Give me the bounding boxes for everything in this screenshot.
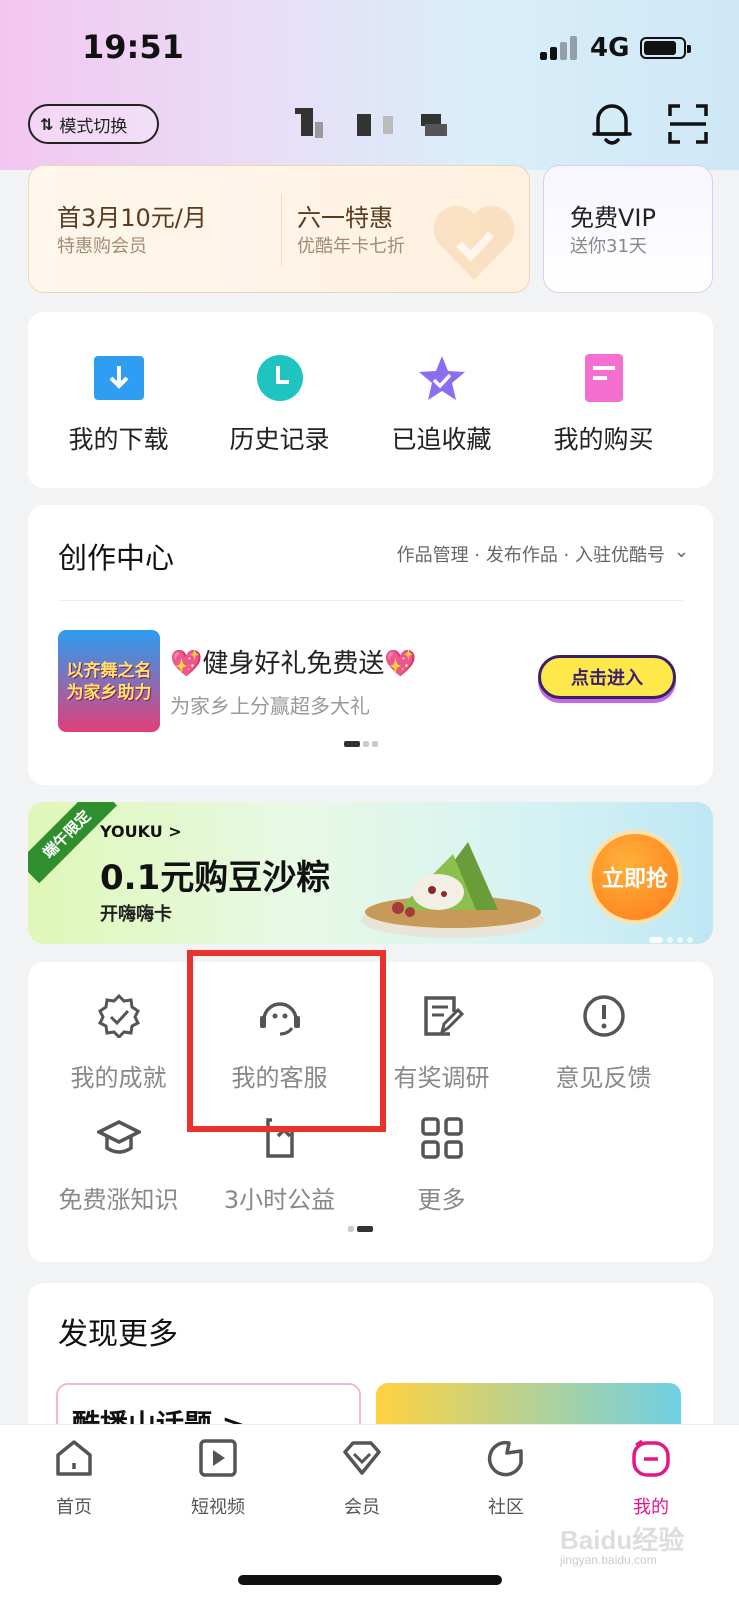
achievement-badge-icon bbox=[97, 994, 141, 1038]
promo-title: 💖健身好礼免费送💖 bbox=[170, 649, 417, 679]
vip-offer2-title: 六一特惠 bbox=[297, 204, 393, 232]
heart-decoration-icon bbox=[433, 205, 515, 280]
home-indicator[interactable] bbox=[238, 1575, 502, 1585]
status-time: 19:51 bbox=[82, 28, 184, 66]
banner-carousel-indicator bbox=[645, 928, 693, 943]
history-clock-icon bbox=[257, 355, 303, 401]
promo-banner[interactable]: 端午限定 YOUKU > 0.1元购豆沙粽 开嗨嗨卡 立即抢 bbox=[28, 802, 713, 944]
divider bbox=[281, 194, 282, 266]
graduation-cap-icon bbox=[97, 1120, 141, 1154]
promo-thumbnail-text: 以齐舞之名为家乡助力 bbox=[66, 661, 152, 703]
zongzi-image bbox=[361, 842, 545, 938]
survey-icon bbox=[424, 996, 464, 1036]
tab-profile[interactable]: 我的 bbox=[577, 1437, 725, 1527]
tool-feedback[interactable]: 意见反馈 bbox=[518, 972, 689, 1092]
tool-label: 我的成就 bbox=[70, 1064, 167, 1092]
tool-label: 更多 bbox=[417, 1186, 466, 1214]
tool-knowledge[interactable]: 免费涨知识 bbox=[33, 1094, 204, 1214]
banner-title: 0.1元购豆沙粽 bbox=[100, 858, 331, 898]
chevron-down-icon[interactable]: ⌄ bbox=[674, 541, 689, 562]
network-type: 4G bbox=[590, 33, 630, 63]
bottom-tab-bar: 首页 短视频 会员 社区 我的 bbox=[0, 1424, 739, 1600]
scan-icon[interactable] bbox=[668, 104, 708, 144]
free-vip-title: 免费VIP bbox=[570, 204, 656, 232]
free-vip-sub: 送你31天 bbox=[570, 236, 647, 257]
tool-label: 3小时公益 bbox=[223, 1186, 336, 1214]
username-obscured bbox=[295, 108, 455, 138]
quick-label: 我的下载 bbox=[68, 425, 169, 454]
quick-label: 已追收藏 bbox=[391, 425, 492, 454]
promo-subtitle: 为家乡上分赢超多大礼 bbox=[170, 694, 370, 718]
notification-bell-icon[interactable] bbox=[590, 100, 634, 146]
promo-enter-button[interactable]: 点击进入 bbox=[538, 655, 676, 699]
vip-offer1-sub: 特惠购会员 bbox=[57, 236, 147, 257]
vip-diamond-icon bbox=[343, 1441, 381, 1475]
vip-offer1-title: 首3月10元/月 bbox=[57, 204, 207, 232]
creator-center-title: 创作中心 bbox=[58, 541, 175, 575]
tab-label: 首页 bbox=[56, 1497, 92, 1518]
signal-icon bbox=[540, 36, 580, 60]
quick-item-purchases[interactable]: 我的购买 bbox=[518, 312, 689, 488]
tools-page-indicator bbox=[348, 1226, 373, 1232]
discover-title: 发现更多 bbox=[58, 1317, 178, 1352]
quick-item-download[interactable]: 我的下载 bbox=[33, 312, 204, 488]
tab-label: 我的 bbox=[633, 1497, 669, 1518]
creator-links[interactable]: 作品管理 · 发布作品 · 入驻优酷号 bbox=[397, 541, 665, 567]
tab-label: 短视频 bbox=[191, 1497, 245, 1518]
feedback-icon bbox=[583, 995, 625, 1037]
tab-short-video[interactable]: 短视频 bbox=[144, 1437, 292, 1527]
banner-subtitle: 开嗨嗨卡 bbox=[100, 904, 172, 925]
tool-label: 意见反馈 bbox=[555, 1064, 652, 1092]
carousel-indicator bbox=[344, 741, 381, 747]
switch-icon: ⇅ bbox=[40, 114, 54, 134]
youku-logo: YOUKU > bbox=[100, 822, 182, 841]
tool-label: 免费涨知识 bbox=[58, 1186, 179, 1214]
profile-icon bbox=[632, 1439, 670, 1477]
short-video-icon bbox=[199, 1439, 237, 1477]
download-icon bbox=[94, 356, 144, 400]
creator-center-card: 创作中心 作品管理 · 发布作品 · 入驻优酷号 ⌄ 以齐舞之名为家乡助力 💖健… bbox=[28, 505, 713, 785]
more-grid-icon bbox=[421, 1117, 463, 1159]
tab-label: 社区 bbox=[488, 1497, 524, 1518]
home-icon bbox=[56, 1440, 92, 1476]
promo-thumbnail[interactable]: 以齐舞之名为家乡助力 bbox=[58, 630, 160, 732]
vip-offer2-sub: 优酷年卡七折 bbox=[297, 236, 405, 257]
divider bbox=[58, 600, 683, 601]
quick-item-favorites[interactable]: 已追收藏 bbox=[356, 312, 527, 488]
baidu-watermark: Baidu经验 jingyan.baidu.com bbox=[560, 1525, 685, 1567]
battery-icon bbox=[640, 37, 691, 59]
tab-community[interactable]: 社区 bbox=[432, 1437, 580, 1527]
mode-switch-button[interactable]: ⇅ 模式切换 bbox=[28, 104, 159, 144]
vip-offer-card[interactable]: 首3月10元/月 特惠购会员 六一特惠 优酷年卡七折 bbox=[28, 165, 530, 293]
purchase-icon bbox=[585, 354, 623, 402]
tab-home[interactable]: 首页 bbox=[0, 1437, 148, 1527]
quick-access-panel: 我的下载 历史记录 已追收藏 我的购买 bbox=[28, 312, 713, 488]
grab-now-button[interactable]: 立即抢 bbox=[588, 830, 682, 924]
quick-label: 我的购买 bbox=[553, 425, 654, 454]
quick-item-history[interactable]: 历史记录 bbox=[194, 312, 365, 488]
status-bar: 19:51 4G bbox=[0, 0, 739, 90]
tab-label: 会员 bbox=[344, 1497, 380, 1518]
tool-achievement[interactable]: 我的成就 bbox=[33, 972, 204, 1092]
star-icon bbox=[419, 356, 465, 400]
tab-vip[interactable]: 会员 bbox=[288, 1437, 436, 1527]
community-icon bbox=[487, 1440, 523, 1477]
mode-switch-label: 模式切换 bbox=[59, 116, 128, 137]
quick-label: 历史记录 bbox=[229, 425, 330, 454]
free-vip-card[interactable]: 免费VIP 送你31天 bbox=[543, 165, 713, 293]
highlight-box bbox=[187, 950, 386, 1132]
